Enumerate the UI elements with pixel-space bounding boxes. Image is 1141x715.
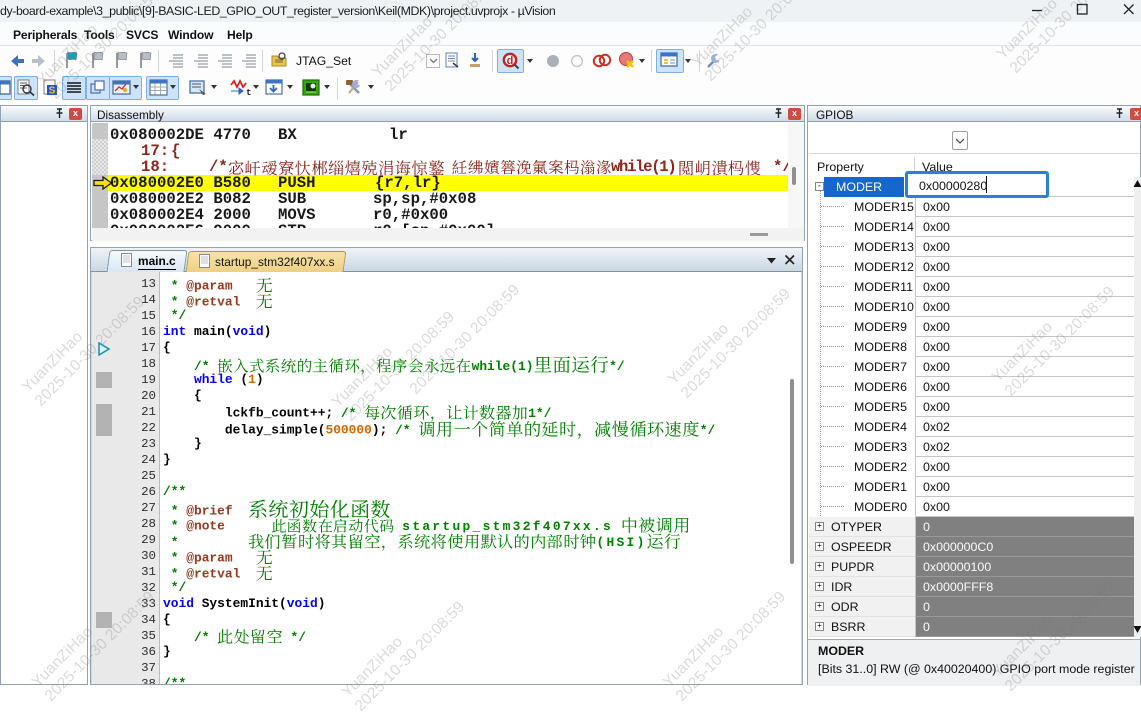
- svg-text:t: t: [246, 88, 251, 97]
- svg-text:d: d: [507, 55, 514, 67]
- svg-text:S: S: [49, 86, 56, 97]
